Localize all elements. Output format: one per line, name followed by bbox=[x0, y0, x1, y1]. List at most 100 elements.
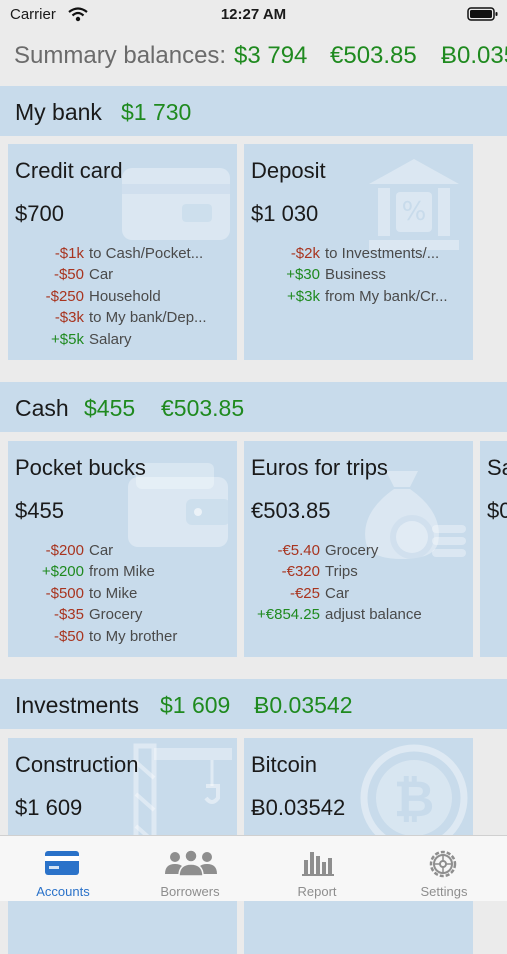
transaction-description: from Mike bbox=[89, 563, 155, 580]
group-balance: Ƀ0.03542 bbox=[254, 692, 353, 718]
transaction-description: Household bbox=[89, 288, 161, 305]
transaction-description: to Mike bbox=[89, 585, 138, 602]
transaction-amount: -$50 bbox=[53, 628, 84, 645]
transaction-amount: -$250 bbox=[45, 288, 84, 305]
transaction-amount: -$1k bbox=[54, 245, 84, 262]
transaction-row: -$35 Grocery bbox=[8, 606, 237, 627]
tab-label: Accounts bbox=[36, 884, 90, 899]
account-balance: $1 609 bbox=[15, 795, 83, 820]
group-header-investments[interactable]: Investments $1 609 Ƀ0.03542 bbox=[0, 679, 507, 729]
transaction-row: -$3k to My bank/Dep... bbox=[8, 309, 237, 330]
group-title: Cash bbox=[15, 395, 69, 421]
svg-text:₿: ₿ bbox=[394, 770, 435, 828]
gear-icon bbox=[426, 848, 460, 885]
tab-bar: Accounts Borrowers Report Settings bbox=[0, 835, 507, 901]
group-balance: $1 609 bbox=[160, 692, 231, 718]
account-card-partial[interactable]: Sa $0 bbox=[480, 441, 507, 657]
transaction-row: -$50 Car bbox=[8, 266, 237, 287]
transaction-description: from My bank/Cr... bbox=[325, 288, 448, 305]
transaction-description: to Investments/... bbox=[325, 245, 440, 262]
transaction-amount: +$5k bbox=[51, 331, 84, 348]
transaction-amount: -$200 bbox=[45, 542, 84, 559]
tab-label: Settings bbox=[420, 884, 468, 899]
tab-label: Borrowers bbox=[160, 884, 220, 899]
account-name: Credit card bbox=[15, 158, 123, 183]
transaction-amount: -$50 bbox=[53, 266, 84, 283]
account-name: Euros for trips bbox=[251, 455, 388, 480]
people-icon bbox=[163, 848, 219, 883]
bar-chart-icon bbox=[302, 848, 334, 883]
tab-report[interactable]: Report bbox=[254, 836, 380, 901]
transaction-row: +$200 from Mike bbox=[8, 563, 237, 584]
transaction-row: +$30 Business bbox=[244, 266, 473, 287]
account-name: Construction bbox=[15, 752, 139, 777]
group-header-my-bank[interactable]: My bank $1 730 bbox=[0, 86, 507, 136]
tab-borrowers[interactable]: Borrowers bbox=[127, 836, 253, 901]
transaction-amount: +$200 bbox=[41, 563, 84, 580]
account-name: Sa bbox=[487, 455, 507, 480]
transaction-row: -$2k to Investments/... bbox=[244, 245, 473, 266]
transaction-description: to My bank/Dep... bbox=[89, 309, 207, 326]
transaction-row: -€320 Trips bbox=[244, 563, 473, 584]
account-name: Deposit bbox=[251, 158, 326, 183]
transaction-row: -$250 Household bbox=[8, 288, 237, 309]
transaction-description: Car bbox=[89, 266, 114, 283]
transaction-row: -$500 to Mike bbox=[8, 585, 237, 606]
clock: 12:27 AM bbox=[220, 6, 287, 23]
account-balance: $455 bbox=[15, 498, 64, 523]
transaction-amount: -$3k bbox=[54, 309, 84, 326]
account-balance: $0 bbox=[487, 498, 507, 523]
group-title: My bank bbox=[15, 99, 102, 125]
transaction-row: -$1k to Cash/Pocket... bbox=[8, 245, 237, 266]
transaction-row: -$50 to My brother bbox=[8, 628, 237, 649]
summary-balance-usd: $3 794 bbox=[234, 42, 308, 69]
account-balance: $1 030 bbox=[251, 201, 319, 226]
transaction-description: Car bbox=[325, 585, 350, 602]
account-name: Bitcoin bbox=[251, 752, 318, 777]
tab-settings[interactable]: Settings bbox=[381, 836, 507, 901]
status-bar: Carrier 12:27 AM bbox=[0, 0, 507, 30]
transaction-description: to Cash/Pocket... bbox=[89, 245, 204, 262]
group-balance: €503.85 bbox=[161, 395, 245, 421]
card-icon bbox=[43, 848, 83, 883]
account-balance: €503.85 bbox=[251, 498, 331, 523]
crane-icon bbox=[126, 742, 234, 847]
group-balance: $455 bbox=[84, 395, 136, 421]
transaction-amount: -$500 bbox=[45, 585, 84, 602]
summary-bar: Summary balances: $3 794 €503.85 Ƀ0.0354… bbox=[0, 34, 507, 78]
transaction-amount: +€854.25 bbox=[257, 606, 320, 623]
account-card-deposit[interactable]: % Deposit $1 030 -$2k to Investments/...… bbox=[244, 144, 473, 360]
transaction-row: -$200 Car bbox=[8, 542, 237, 563]
transaction-amount: +$30 bbox=[286, 266, 320, 283]
account-card-euros-for-trips[interactable]: Euros for trips €503.85 -€5.40 Grocery -… bbox=[244, 441, 473, 657]
transaction-description: adjust balance bbox=[325, 606, 422, 623]
summary-label: Summary balances: bbox=[14, 42, 227, 69]
transaction-row: -€25 Car bbox=[244, 585, 473, 606]
transaction-description: to My brother bbox=[89, 628, 178, 645]
transaction-amount: +$3k bbox=[287, 288, 320, 305]
transaction-amount: -€25 bbox=[289, 585, 320, 602]
account-balance: Ƀ0.03542 bbox=[251, 795, 346, 820]
tab-accounts[interactable]: Accounts bbox=[0, 836, 126, 901]
transaction-amount: -$35 bbox=[53, 606, 84, 623]
account-card-pocket-bucks[interactable]: Pocket bucks $455 -$200 Car +$200 from M… bbox=[8, 441, 237, 657]
summary-balance-btc: Ƀ0.03542 bbox=[441, 42, 507, 69]
transaction-row: +$5k Salary bbox=[8, 331, 237, 352]
transaction-amount: -€5.40 bbox=[277, 542, 320, 559]
account-card-credit-card[interactable]: Credit card $700 -$1k to Cash/Pocket... … bbox=[8, 144, 237, 360]
transaction-description: Grocery bbox=[325, 542, 379, 559]
group-balance: $1 730 bbox=[121, 99, 192, 125]
transaction-amount: -$2k bbox=[290, 245, 320, 262]
transaction-row: -€5.40 Grocery bbox=[244, 542, 473, 563]
battery-icon bbox=[467, 6, 499, 26]
transaction-description: Business bbox=[325, 266, 386, 283]
wallet-icon bbox=[120, 164, 232, 249]
svg-text:%: % bbox=[402, 197, 427, 227]
bank-icon: % bbox=[364, 154, 464, 259]
account-name: Pocket bucks bbox=[15, 455, 146, 480]
transaction-description: Trips bbox=[325, 563, 358, 580]
transaction-row: +$3k from My bank/Cr... bbox=[244, 288, 473, 309]
group-header-cash[interactable]: Cash $455 €503.85 bbox=[0, 382, 507, 432]
group-title: Investments bbox=[15, 692, 139, 718]
transaction-description: Car bbox=[89, 542, 114, 559]
